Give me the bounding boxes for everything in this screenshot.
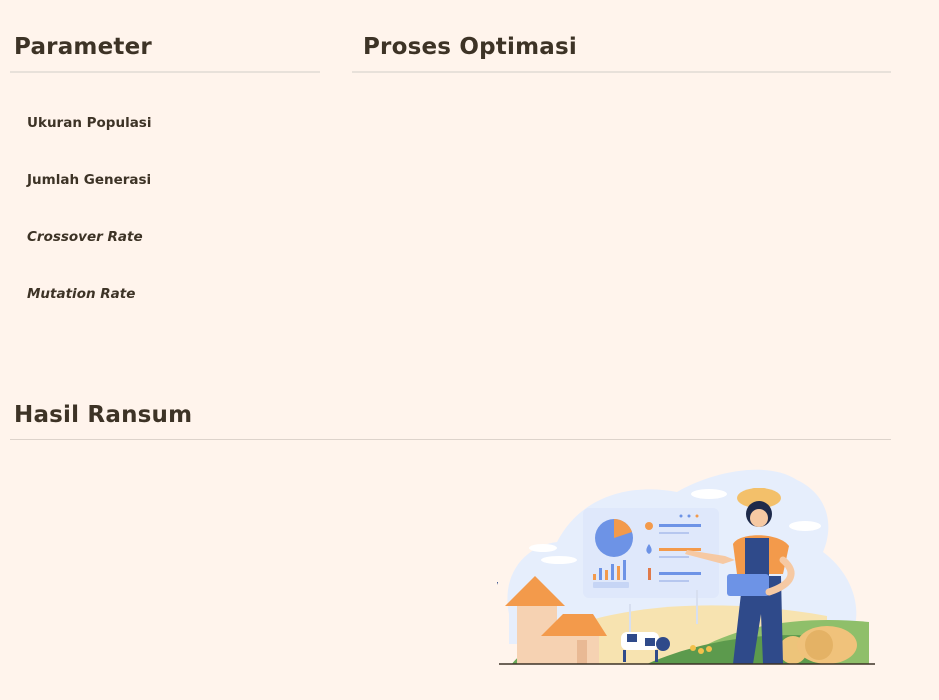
- parameter-divider: [10, 71, 320, 73]
- label-ukuran-populasi: Ukuran Populasi: [27, 115, 152, 131]
- proses-optimasi-divider: [352, 71, 891, 73]
- smart-farming-illustration: [459, 464, 879, 674]
- hasil-ransum-divider: [10, 439, 891, 440]
- label-jumlah-generasi: Jumlah Generasi: [27, 172, 152, 188]
- parameter-title: Parameter: [14, 34, 152, 60]
- label-crossover-rate: Crossover Rate: [27, 229, 143, 245]
- hasil-ransum-title: Hasil Ransum: [14, 402, 193, 428]
- proses-optimasi-title: Proses Optimasi: [363, 34, 577, 60]
- label-mutation-rate: Mutation Rate: [27, 286, 136, 302]
